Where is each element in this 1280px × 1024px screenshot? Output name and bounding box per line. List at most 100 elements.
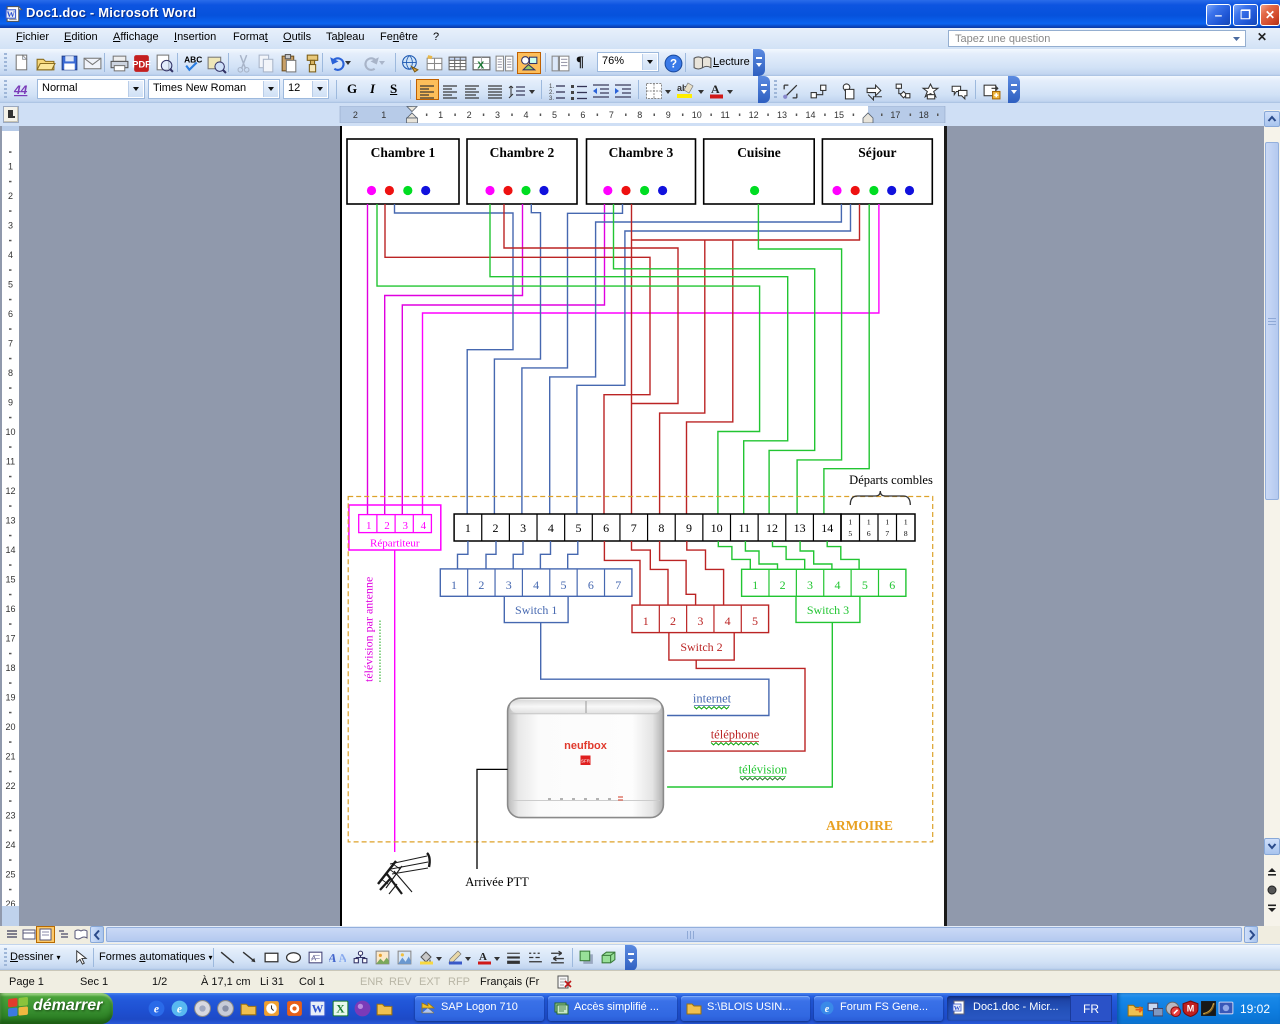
svg-text:1: 1: [8, 162, 13, 172]
svg-text:1: 1: [848, 518, 852, 527]
svg-text:Switch 1: Switch 1: [515, 603, 557, 617]
svg-text:Chambre 2: Chambre 2: [490, 145, 555, 160]
svg-text:5: 5: [8, 280, 13, 290]
svg-text:4: 4: [548, 521, 554, 535]
svg-text:12: 12: [766, 521, 778, 535]
svg-text:4: 4: [725, 614, 731, 628]
svg-text:1: 1: [366, 520, 372, 532]
svg-text:5: 5: [560, 578, 566, 592]
svg-text:15: 15: [5, 575, 15, 585]
svg-text:2: 2: [8, 191, 13, 201]
svg-text:Switch 2: Switch 2: [680, 640, 722, 654]
svg-text:télévision par antenne: télévision par antenne: [362, 577, 376, 682]
svg-text:6: 6: [8, 309, 13, 319]
svg-text:25: 25: [5, 870, 15, 880]
svg-text:A: A: [337, 951, 346, 965]
svg-text:Cuisine: Cuisine: [737, 145, 781, 160]
svg-text:14: 14: [805, 110, 815, 120]
svg-text:neufbox: neufbox: [564, 740, 608, 752]
svg-text:6: 6: [603, 521, 609, 535]
svg-text:14: 14: [821, 521, 833, 535]
svg-text:9: 9: [8, 398, 13, 408]
svg-text:e: e: [825, 1004, 830, 1015]
svg-text:Chambre 1: Chambre 1: [371, 145, 436, 160]
svg-text:1: 1: [438, 110, 443, 120]
svg-text:4: 4: [523, 110, 528, 120]
svg-text:11: 11: [739, 521, 751, 535]
svg-text:2: 2: [670, 614, 676, 628]
svg-text:5: 5: [575, 521, 581, 535]
svg-text:Chambre 3: Chambre 3: [609, 145, 674, 160]
svg-text:4: 4: [533, 578, 539, 592]
svg-text:12: 12: [5, 486, 15, 496]
svg-text:7: 7: [8, 339, 13, 349]
svg-text:3: 3: [520, 521, 526, 535]
svg-text:2: 2: [780, 578, 786, 592]
svg-text:internet: internet: [693, 692, 732, 706]
svg-text:12: 12: [749, 110, 759, 120]
svg-text:4: 4: [8, 250, 13, 260]
svg-text:10: 10: [711, 521, 723, 535]
svg-text:6: 6: [867, 529, 871, 538]
svg-text:11: 11: [720, 110, 729, 120]
svg-text:1: 1: [867, 518, 871, 527]
svg-text:7: 7: [631, 521, 637, 535]
svg-text:2: 2: [353, 110, 358, 120]
svg-text:5: 5: [752, 614, 758, 628]
svg-text:1: 1: [752, 578, 758, 592]
svg-text:2: 2: [478, 578, 484, 592]
svg-text:8: 8: [904, 529, 908, 538]
svg-text:e: e: [154, 1003, 159, 1016]
svg-text:1: 1: [451, 578, 457, 592]
svg-text:5: 5: [552, 110, 557, 120]
svg-text:ARMOIRE: ARMOIRE: [826, 818, 893, 833]
svg-text:14: 14: [5, 545, 15, 555]
svg-text:1: 1: [381, 110, 386, 120]
svg-text:13: 13: [794, 521, 806, 535]
svg-text:6: 6: [889, 578, 895, 592]
svg-text:5: 5: [848, 529, 852, 538]
svg-text:Répartiteur: Répartiteur: [370, 538, 420, 550]
svg-text:20: 20: [5, 722, 15, 732]
svg-text:8: 8: [637, 110, 642, 120]
svg-text:23: 23: [5, 811, 15, 821]
svg-text:7: 7: [615, 578, 621, 592]
svg-text:4: 4: [834, 578, 840, 592]
svg-text:5: 5: [862, 578, 868, 592]
svg-text:X: X: [477, 60, 484, 72]
svg-text:?: ?: [670, 59, 677, 71]
svg-text:10: 10: [5, 427, 15, 437]
svg-text:18: 18: [5, 663, 15, 673]
svg-text:1: 1: [465, 521, 471, 535]
svg-text:A: A: [479, 951, 487, 963]
svg-text:X: X: [336, 1003, 345, 1016]
svg-text:16: 16: [5, 604, 15, 614]
svg-text:13: 13: [777, 110, 787, 120]
svg-text:9: 9: [666, 110, 671, 120]
svg-text:Séjour: Séjour: [858, 145, 896, 160]
svg-text:2: 2: [493, 521, 499, 535]
svg-text:M: M: [1187, 1004, 1195, 1014]
svg-text:8: 8: [8, 368, 13, 378]
svg-text:3: 3: [402, 520, 408, 532]
svg-text:W: W: [954, 1005, 961, 1012]
svg-text:Switch 3: Switch 3: [807, 603, 849, 617]
svg-text:W: W: [312, 1003, 324, 1016]
svg-text:19: 19: [5, 693, 15, 703]
svg-text:3: 3: [8, 221, 13, 231]
svg-text:13: 13: [5, 516, 15, 526]
svg-text:A: A: [711, 82, 720, 96]
svg-text:Arrivée PTT: Arrivée PTT: [465, 875, 529, 889]
svg-text:Départs combles: Départs combles: [849, 473, 933, 487]
svg-text:W: W: [7, 9, 16, 19]
svg-text:télévision: télévision: [739, 763, 788, 777]
svg-text:18: 18: [919, 110, 929, 120]
svg-text:1: 1: [643, 614, 649, 628]
svg-text:PDF: PDF: [132, 60, 151, 71]
svg-text:8: 8: [658, 521, 664, 535]
svg-text:2: 2: [467, 110, 472, 120]
svg-text:10: 10: [692, 110, 702, 120]
svg-text:6: 6: [580, 110, 585, 120]
svg-text:3: 3: [807, 578, 813, 592]
svg-text:44: 44: [13, 83, 28, 97]
